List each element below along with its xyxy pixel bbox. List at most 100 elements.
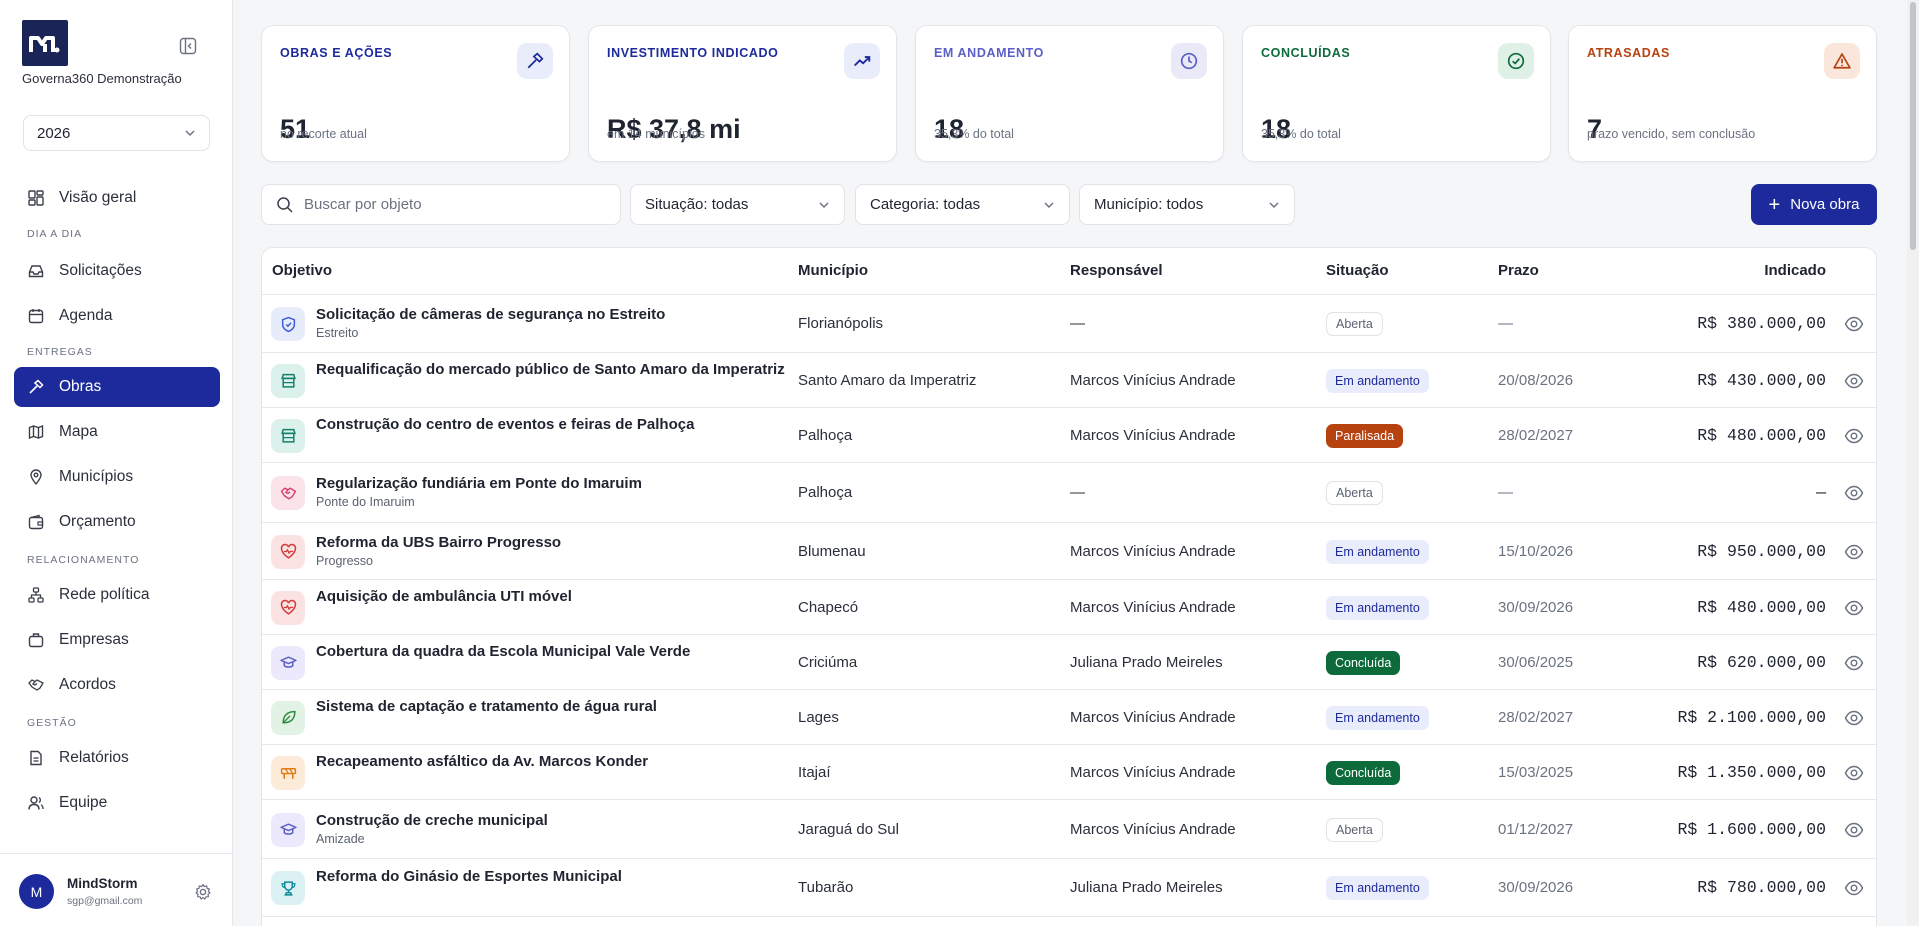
table-row[interactable]: Aquisição de ambulância UTI móvel Chapecó… (262, 580, 1876, 635)
eye-icon[interactable] (1844, 371, 1864, 391)
nav-label: Municípios (59, 468, 134, 485)
stat-sub: prazo vencido, sem conclusão (1587, 127, 1756, 141)
table-row[interactable]: Solicitação de câmeras de segurança no E… (262, 295, 1876, 353)
sidebar: Governa360 Demonstração 2026 Visão geral… (0, 0, 233, 926)
row-municipio: Tubarão (798, 879, 854, 896)
nav-label: Visão geral (59, 189, 137, 206)
nav-agenda[interactable]: Agenda (14, 296, 220, 336)
table-row[interactable]: Sistema de captação e tratamento de água… (262, 690, 1876, 745)
year-select[interactable]: 2026 (23, 115, 210, 151)
col-objetivo[interactable]: Objetivo (272, 262, 332, 279)
graduation-cap-icon (271, 812, 305, 847)
row-prazo: 28/02/2027 (1498, 426, 1574, 444)
nav-equipe[interactable]: Equipe (14, 783, 220, 823)
map-pin-icon (27, 468, 45, 486)
heart-pulse-icon (271, 534, 305, 569)
row-indicado: R$ 380.000,00 (1697, 314, 1826, 333)
eye-icon[interactable] (1844, 542, 1864, 562)
eye-icon[interactable] (1844, 653, 1864, 673)
obras-table: Objetivo Município Responsável Situação … (261, 247, 1877, 926)
nav-solicitacoes[interactable]: Solicitações (14, 251, 220, 291)
eye-icon[interactable] (1844, 763, 1864, 783)
leaf-icon (271, 700, 305, 735)
table-row[interactable]: Construção de creche municipal Amizade Jar… (262, 800, 1876, 859)
row-title: Aquisição de ambulância UTI móvel (316, 587, 572, 605)
user-profile[interactable]: M MindStorm sgp@gmail.com (0, 853, 233, 926)
table-row[interactable]: Reforma do Ginásio de Esportes Municipal… (262, 859, 1876, 917)
eye-icon[interactable] (1844, 426, 1864, 446)
categoria-select[interactable]: Categoria: todas (855, 184, 1070, 225)
page-scrollbar[interactable] (1907, 0, 1919, 926)
row-indicado: R$ 480.000,00 (1697, 597, 1826, 617)
situacao-select-label: Situação: todas (645, 196, 749, 213)
table-row[interactable]: Reforma da UBS Bairro Progresso Progresso… (262, 523, 1876, 580)
status-badge: Aberta (1326, 817, 1383, 842)
app-logo[interactable] (22, 20, 68, 66)
col-prazo[interactable]: Prazo (1498, 262, 1539, 279)
scrollbar-thumb[interactable] (1910, 2, 1916, 250)
search-icon (277, 196, 293, 213)
year-value: 2026 (37, 124, 71, 142)
nav-empresas[interactable]: Empresas (14, 620, 220, 660)
eye-icon[interactable] (1844, 708, 1864, 728)
hammer-icon (27, 378, 45, 396)
eye-icon[interactable] (1844, 483, 1864, 503)
col-situacao[interactable]: Situação (1326, 262, 1389, 279)
row-responsavel: Marcos Vinícius Andrade (1070, 542, 1236, 560)
eye-icon[interactable] (1844, 314, 1864, 334)
table-row[interactable]: Construção do centro de eventos e feiras… (262, 408, 1876, 463)
new-obra-button[interactable]: + Nova obra (1751, 184, 1877, 225)
store-icon (271, 363, 305, 398)
nav-acordos[interactable]: Acordos (14, 665, 220, 705)
chevron-down-icon (819, 201, 829, 208)
col-responsavel[interactable]: Responsável (1070, 262, 1163, 279)
row-prazo: 15/10/2026 (1498, 542, 1574, 560)
row-indicado: — (1816, 483, 1826, 502)
nav-visao-geral[interactable]: Visão geral (14, 178, 220, 218)
row-municipio: Criciúma (798, 653, 858, 671)
nav-relatorios[interactable]: Relatórios (14, 738, 220, 778)
eye-icon[interactable] (1844, 598, 1864, 618)
nav-mapa[interactable]: Mapa (14, 412, 220, 452)
row-indicado: R$ 2.100.000,00 (1677, 707, 1826, 727)
situacao-select[interactable]: Situação: todas (630, 184, 845, 225)
row-subtitle: Estreito (316, 326, 359, 340)
row-title: Construção do centro de eventos e feiras… (316, 415, 695, 433)
nav-section-relacionamento: RELACIONAMENTO (27, 554, 140, 566)
row-responsavel: Marcos Vinícius Andrade (1070, 763, 1236, 781)
row-municipio: Chapecó (798, 598, 859, 616)
nav-label: Rede política (59, 586, 150, 603)
chevron-down-icon (185, 130, 195, 137)
stat-label: EM ANDAMENTO (934, 46, 1044, 60)
row-municipio: Jaraguá do Sul (798, 820, 899, 838)
row-indicado: R$ 780.000,00 (1697, 878, 1826, 897)
nav-obras[interactable]: Obras (14, 367, 220, 407)
table-row[interactable]: Regularização fundiária em Ponte do Imar… (262, 463, 1876, 523)
row-indicado: R$ 480.000,00 (1697, 425, 1826, 445)
new-obra-label: Nova obra (1790, 196, 1860, 213)
municipio-select[interactable]: Município: todos (1079, 184, 1295, 225)
col-municipio[interactable]: Município (798, 262, 868, 279)
col-indicado[interactable]: Indicado (1764, 262, 1826, 279)
nav-label: Acordos (59, 676, 116, 693)
row-municipio: Florianópolis (798, 315, 884, 332)
nav-rede-politica[interactable]: Rede política (14, 575, 220, 615)
nav-municipios[interactable]: Municípios (14, 457, 220, 497)
handshake-icon (271, 476, 305, 510)
table-row[interactable]: Cobertura da quadra da Escola Municipal … (262, 635, 1876, 690)
search-box[interactable] (261, 184, 621, 225)
stat-card-em-andamento: EM ANDAMENTO 18 35,3% do total (915, 25, 1224, 162)
gear-icon[interactable] (194, 883, 212, 901)
table-row[interactable]: Recapeamento asfáltico da Av. Marcos Kon… (262, 745, 1876, 800)
eye-icon[interactable] (1844, 878, 1864, 898)
eye-icon[interactable] (1844, 820, 1864, 840)
row-title: Recapeamento asfáltico da Av. Marcos Kon… (316, 752, 649, 770)
row-prazo: 30/09/2026 (1498, 879, 1574, 896)
sidebar-collapse-icon[interactable] (176, 34, 200, 58)
row-responsavel: Juliana Prado Meireles (1070, 653, 1223, 671)
row-prazo: 01/12/2027 (1498, 820, 1574, 838)
table-row[interactable]: Requalificação do mercado público de San… (262, 353, 1876, 408)
row-indicado: R$ 1.350.000,00 (1677, 762, 1826, 782)
nav-orcamento[interactable]: Orçamento (14, 502, 220, 542)
search-input[interactable] (304, 196, 594, 213)
